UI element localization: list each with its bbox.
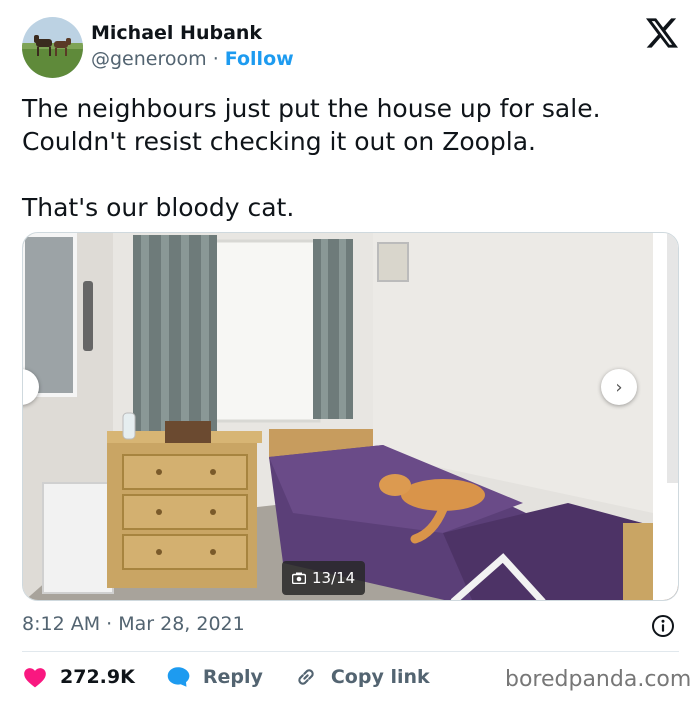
x-logo-icon[interactable]	[646, 18, 678, 48]
chevron-right-icon: ›	[615, 376, 623, 398]
link-icon	[298, 669, 314, 685]
info-icon[interactable]	[651, 614, 675, 638]
copy-link-label: Copy link	[330, 666, 430, 688]
separator-dot: ·	[212, 48, 219, 70]
next-image-button[interactable]: ›	[601, 369, 637, 405]
author-handle[interactable]: @generoom	[91, 48, 207, 70]
like-button[interactable]: 272.9K	[22, 664, 135, 690]
image-counter: 13/14	[282, 561, 366, 595]
copy-link-button[interactable]: Copy link	[293, 664, 430, 690]
tweet-line-3: That's our bloody cat.	[22, 193, 295, 222]
speech-bubble-icon	[167, 667, 190, 687]
reply-label: Reply	[202, 666, 263, 688]
divider	[22, 651, 679, 652]
bedroom-photo	[23, 233, 678, 600]
tweet-text: The neighbours just put the house up for…	[22, 92, 662, 224]
watermark: boredpanda.com	[505, 667, 692, 692]
tweet-timestamp[interactable]: 8:12 AM · Mar 28, 2021	[22, 613, 245, 635]
heart-icon	[24, 668, 46, 688]
author-name[interactable]: Michael Hubank	[91, 22, 262, 44]
image-counter-text: 13/14	[312, 569, 356, 587]
tweet-line-2: Couldn't resist checking it out on Zoopl…	[22, 127, 537, 156]
avatar[interactable]	[22, 17, 83, 78]
reply-button[interactable]: Reply	[165, 664, 263, 690]
follow-button[interactable]: Follow	[225, 48, 294, 70]
tweet-photo[interactable]: › 13/14	[22, 232, 679, 601]
like-count: 272.9K	[60, 666, 135, 688]
camera-icon	[292, 572, 306, 584]
action-bar: 272.9K Reply Copy link	[22, 663, 430, 691]
tweet-line-1: The neighbours just put the house up for…	[22, 94, 601, 123]
author-handle-row: @generoom · Follow	[91, 48, 294, 70]
